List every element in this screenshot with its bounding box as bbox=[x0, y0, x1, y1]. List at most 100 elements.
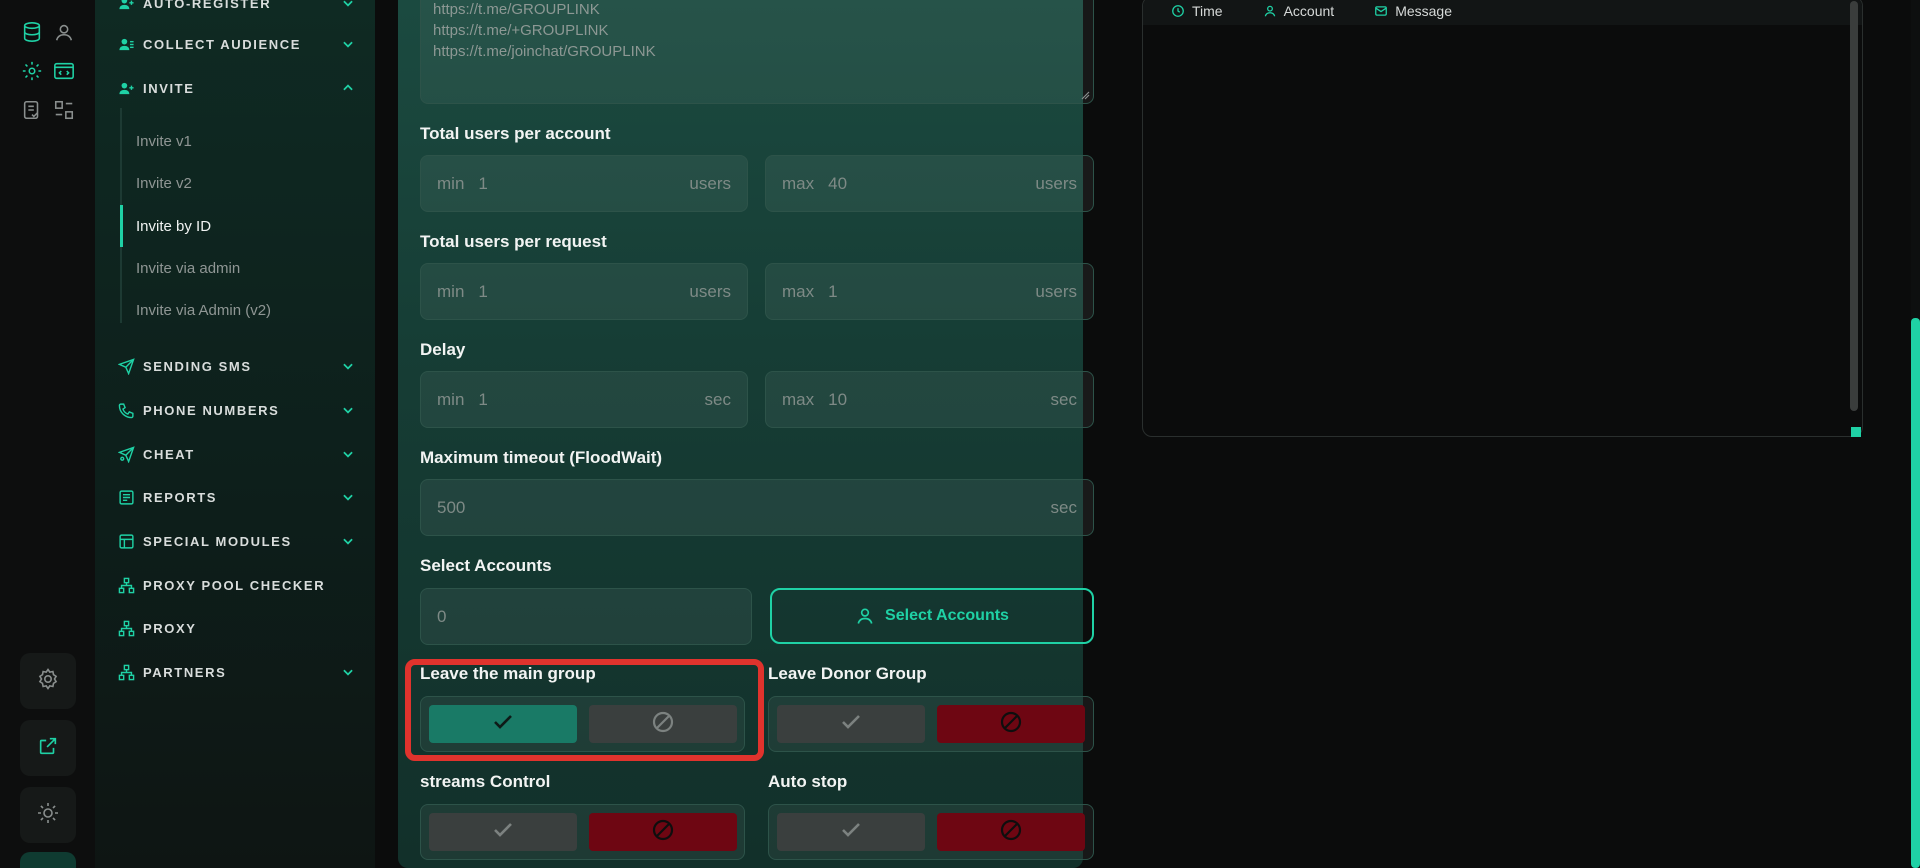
leave-donor-group-label: Leave Donor Group bbox=[768, 664, 927, 683]
textarea-line: https://t.me/+GROUPLINK bbox=[433, 22, 609, 39]
network-icon bbox=[117, 576, 135, 594]
min-prefix: min bbox=[437, 281, 465, 301]
database-icon[interactable] bbox=[20, 20, 44, 44]
min-value: 1 bbox=[478, 173, 488, 193]
sidebar-item-phone-numbers[interactable]: PHONE NUMBERS bbox=[117, 398, 355, 422]
chevron-down-icon bbox=[341, 403, 355, 417]
selected-accounts-count-field[interactable]: 0 bbox=[420, 588, 752, 645]
timeout-field[interactable]: 500 sec bbox=[420, 479, 1094, 536]
streams-control-no-button[interactable] bbox=[589, 813, 737, 851]
log-scrollbar[interactable] bbox=[1850, 1, 1858, 411]
submenu-item-invite-v2[interactable]: Invite v2 bbox=[136, 168, 192, 198]
sidebar-item-label: REPORTS bbox=[143, 489, 218, 505]
sidebar-item-sending-sms[interactable]: SENDING SMS bbox=[117, 354, 355, 378]
submenu-item-invite-by-id[interactable]: Invite by ID bbox=[136, 211, 211, 241]
user-pin-icon[interactable] bbox=[52, 20, 76, 44]
settings-button[interactable] bbox=[20, 653, 76, 709]
check-icon bbox=[839, 818, 863, 847]
select-accounts-label: Select Accounts bbox=[420, 556, 552, 575]
log-column-time[interactable]: Time bbox=[1171, 3, 1223, 19]
leave-donor-group-no-button[interactable] bbox=[937, 705, 1085, 743]
submenu-item-invite-via-admin-v2[interactable]: Invite via Admin (v2) bbox=[136, 295, 271, 325]
ban-icon bbox=[999, 818, 1023, 847]
sidebar-item-label: AUTO-REGISTER bbox=[143, 0, 272, 11]
open-external-button[interactable] bbox=[20, 720, 76, 776]
auto-stop-no-button[interactable] bbox=[937, 813, 1085, 851]
accounts-count: 0 bbox=[437, 606, 447, 626]
sidebar-item-label: SENDING SMS bbox=[143, 358, 252, 374]
sidebar-item-proxy[interactable]: PROXY bbox=[117, 616, 355, 640]
users-per-request-max-field[interactable]: max 1 users bbox=[765, 263, 1094, 320]
sidebar-item-reports[interactable]: REPORTS bbox=[117, 485, 355, 509]
modules-icon bbox=[117, 532, 135, 550]
megaphone-icon bbox=[117, 445, 135, 463]
chevron-down-icon bbox=[341, 534, 355, 548]
chevron-up-icon bbox=[341, 81, 355, 95]
auto-stop-label: Auto stop bbox=[768, 772, 848, 791]
users-per-request-min-field[interactable]: min 1 users bbox=[420, 263, 748, 320]
sidebar-item-label: PROXY POOL CHECKER bbox=[143, 577, 326, 593]
sidebar-item-label: COLLECT AUDIENCE bbox=[143, 36, 302, 52]
sidebar-item-collect-audience[interactable]: COLLECT AUDIENCE bbox=[117, 32, 355, 56]
submenu-item-invite-v1[interactable]: Invite v1 bbox=[136, 126, 192, 156]
theme-toggle-button[interactable] bbox=[20, 787, 76, 843]
sidebar-item-special-modules[interactable]: SPECIAL MODULES bbox=[117, 529, 355, 553]
network-icon bbox=[117, 619, 135, 637]
submenu-item-invite-via-admin[interactable]: Invite via admin bbox=[136, 253, 240, 283]
chevron-down-icon bbox=[341, 359, 355, 373]
sidebar-item-proxy-pool-checker[interactable]: PROXY POOL CHECKER bbox=[117, 573, 355, 597]
chevron-down-icon bbox=[341, 490, 355, 504]
leave-donor-group-yes-button[interactable] bbox=[777, 705, 925, 743]
max-value: 40 bbox=[828, 173, 848, 193]
checklist-icon[interactable] bbox=[20, 98, 44, 122]
select-accounts-button-label: Select Accounts bbox=[885, 607, 1009, 624]
unit-label: sec bbox=[1050, 389, 1077, 409]
delay-max-field[interactable]: max 10 sec bbox=[765, 371, 1094, 428]
sidebar-item-label: PROXY bbox=[143, 620, 197, 636]
max-prefix: max bbox=[782, 281, 815, 301]
log-table-header: Time Account Message bbox=[1143, 0, 1862, 25]
streams-control-label: streams Control bbox=[420, 772, 551, 791]
users-per-request-label: Total users per request bbox=[420, 232, 607, 251]
log-column-account[interactable]: Account bbox=[1263, 3, 1334, 19]
streams-control-yes-button[interactable] bbox=[429, 813, 577, 851]
sidebar-item-partners[interactable]: PARTNERS bbox=[117, 660, 355, 684]
unit-label: sec bbox=[704, 389, 731, 409]
select-accounts-button[interactable]: Select Accounts bbox=[770, 588, 1094, 644]
mail-icon bbox=[1374, 4, 1388, 18]
auto-stop-toggle bbox=[768, 804, 1094, 860]
sidebar-item-auto-register[interactable]: AUTO-REGISTER bbox=[117, 0, 355, 15]
rail-button-partial[interactable] bbox=[20, 852, 76, 868]
sidebar-item-label: INVITE bbox=[143, 80, 195, 96]
chevron-down-icon bbox=[341, 447, 355, 461]
users-per-account-min-field[interactable]: min 1 users bbox=[420, 155, 748, 212]
resize-grip-icon[interactable] bbox=[1080, 90, 1090, 100]
gear-icon bbox=[36, 667, 60, 696]
group-links-textarea[interactable]: https://t.me/GROUPLINK https://t.me/+GRO… bbox=[420, 0, 1094, 104]
log-resize-handle[interactable] bbox=[1851, 427, 1861, 437]
delay-min-field[interactable]: min 1 sec bbox=[420, 371, 748, 428]
max-prefix: max bbox=[782, 389, 815, 409]
log-column-message[interactable]: Message bbox=[1374, 3, 1452, 19]
textarea-line: https://t.me/GROUPLINK bbox=[433, 1, 600, 18]
settings-icon[interactable] bbox=[20, 59, 44, 83]
check-icon bbox=[839, 710, 863, 739]
report-icon bbox=[117, 488, 135, 506]
delay-label: Delay bbox=[420, 340, 466, 359]
layout-icon[interactable] bbox=[52, 98, 76, 122]
users-per-account-max-field[interactable]: max 40 users bbox=[765, 155, 1094, 212]
send-icon bbox=[117, 357, 135, 375]
leave-donor-group-toggle bbox=[768, 696, 1094, 752]
code-window-icon[interactable] bbox=[52, 59, 76, 83]
max-prefix: max bbox=[782, 173, 815, 193]
min-prefix: min bbox=[437, 173, 465, 193]
min-value: 1 bbox=[478, 389, 488, 409]
textarea-line: https://t.me/joinchat/GROUPLINK bbox=[433, 43, 656, 60]
user-add-icon bbox=[117, 79, 135, 97]
timeout-label: Maximum timeout (FloodWait) bbox=[420, 448, 663, 467]
sidebar-item-cheat[interactable]: CHEAT bbox=[117, 442, 355, 466]
page-scrollbar-thumb[interactable] bbox=[1911, 318, 1920, 868]
network-icon bbox=[117, 663, 135, 681]
sidebar-item-invite[interactable]: INVITE bbox=[117, 76, 355, 100]
auto-stop-yes-button[interactable] bbox=[777, 813, 925, 851]
